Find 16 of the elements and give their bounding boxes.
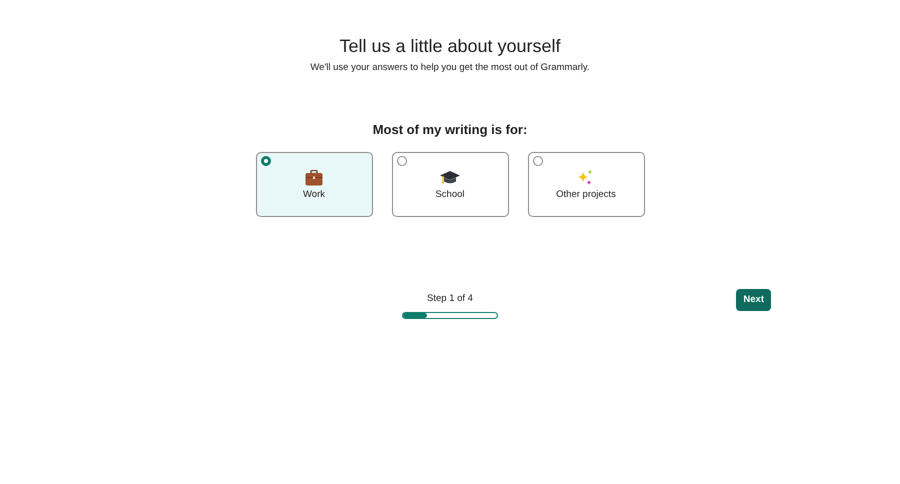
page-subtitle: We'll use your answers to help you get the most out of Grammarly. <box>309 62 591 74</box>
question-text: Most of my writing is for: <box>372 122 528 138</box>
option-card[interactable]: Work <box>256 152 372 217</box>
next-button[interactable]: Next <box>736 289 771 312</box>
option-label: Other projects <box>556 189 616 201</box>
option-label: School <box>435 189 465 201</box>
graduation-cap-icon <box>440 171 460 185</box>
page-title: Tell us a little about yourself <box>338 35 562 57</box>
option-card[interactable]: Other projects <box>528 152 644 217</box>
step-label: Step 1 of 4 <box>427 293 473 305</box>
option-label: Work <box>303 189 325 201</box>
briefcase-icon <box>305 170 323 186</box>
radio-button[interactable] <box>260 156 270 166</box>
option-card[interactable]: School <box>392 152 508 217</box>
radio-button[interactable] <box>396 156 406 166</box>
radio-button[interactable] <box>532 156 542 166</box>
